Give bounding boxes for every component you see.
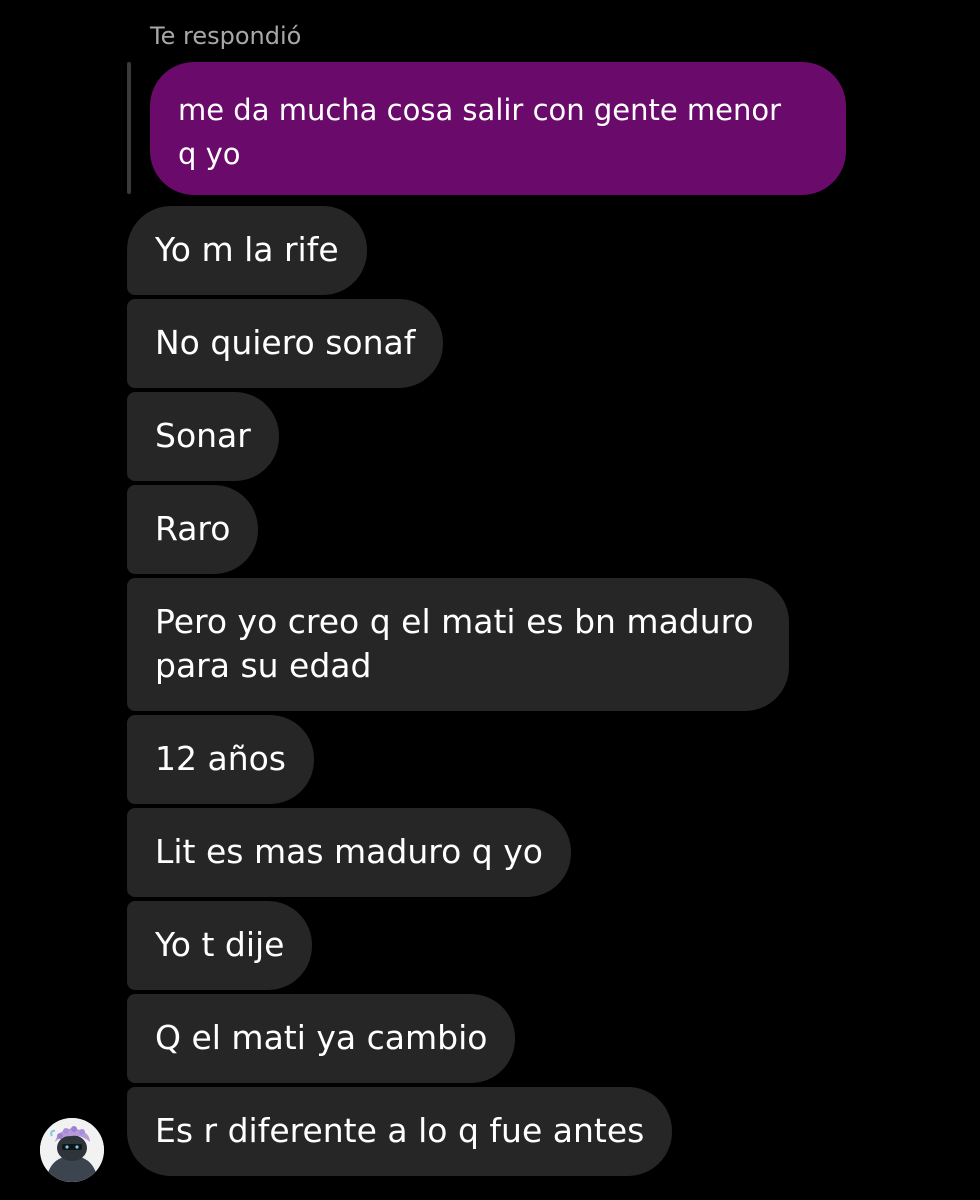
message-bubble[interactable]: Raro [127, 485, 259, 574]
message-bubble[interactable]: Q el mati ya cambio [127, 994, 516, 1083]
reply-indicator-bar [127, 62, 131, 194]
message-bubble[interactable]: Yo t dije [127, 901, 313, 990]
quoted-message-bubble[interactable]: me da mucha cosa salir con gente menor q… [150, 62, 846, 195]
message-bubble[interactable]: Es r diferente a lo q fue antes [127, 1087, 673, 1176]
message-bubble[interactable]: 12 años [127, 715, 315, 804]
reply-label: Te respondió [150, 22, 302, 50]
message-bubble[interactable]: Sonar [127, 392, 279, 481]
message-bubble[interactable]: Yo m la rife [127, 206, 367, 295]
message-bubble[interactable]: Lit es mas maduro q yo [127, 808, 571, 897]
message-list: Yo m la rife No quiero sonaf Sonar Raro … [127, 206, 789, 1176]
user-avatar-icon [40, 1118, 104, 1182]
message-bubble[interactable]: No quiero sonaf [127, 299, 444, 388]
avatar[interactable] [40, 1118, 104, 1182]
message-bubble[interactable]: Pero yo creo q el mati es bn maduro para… [127, 578, 789, 711]
